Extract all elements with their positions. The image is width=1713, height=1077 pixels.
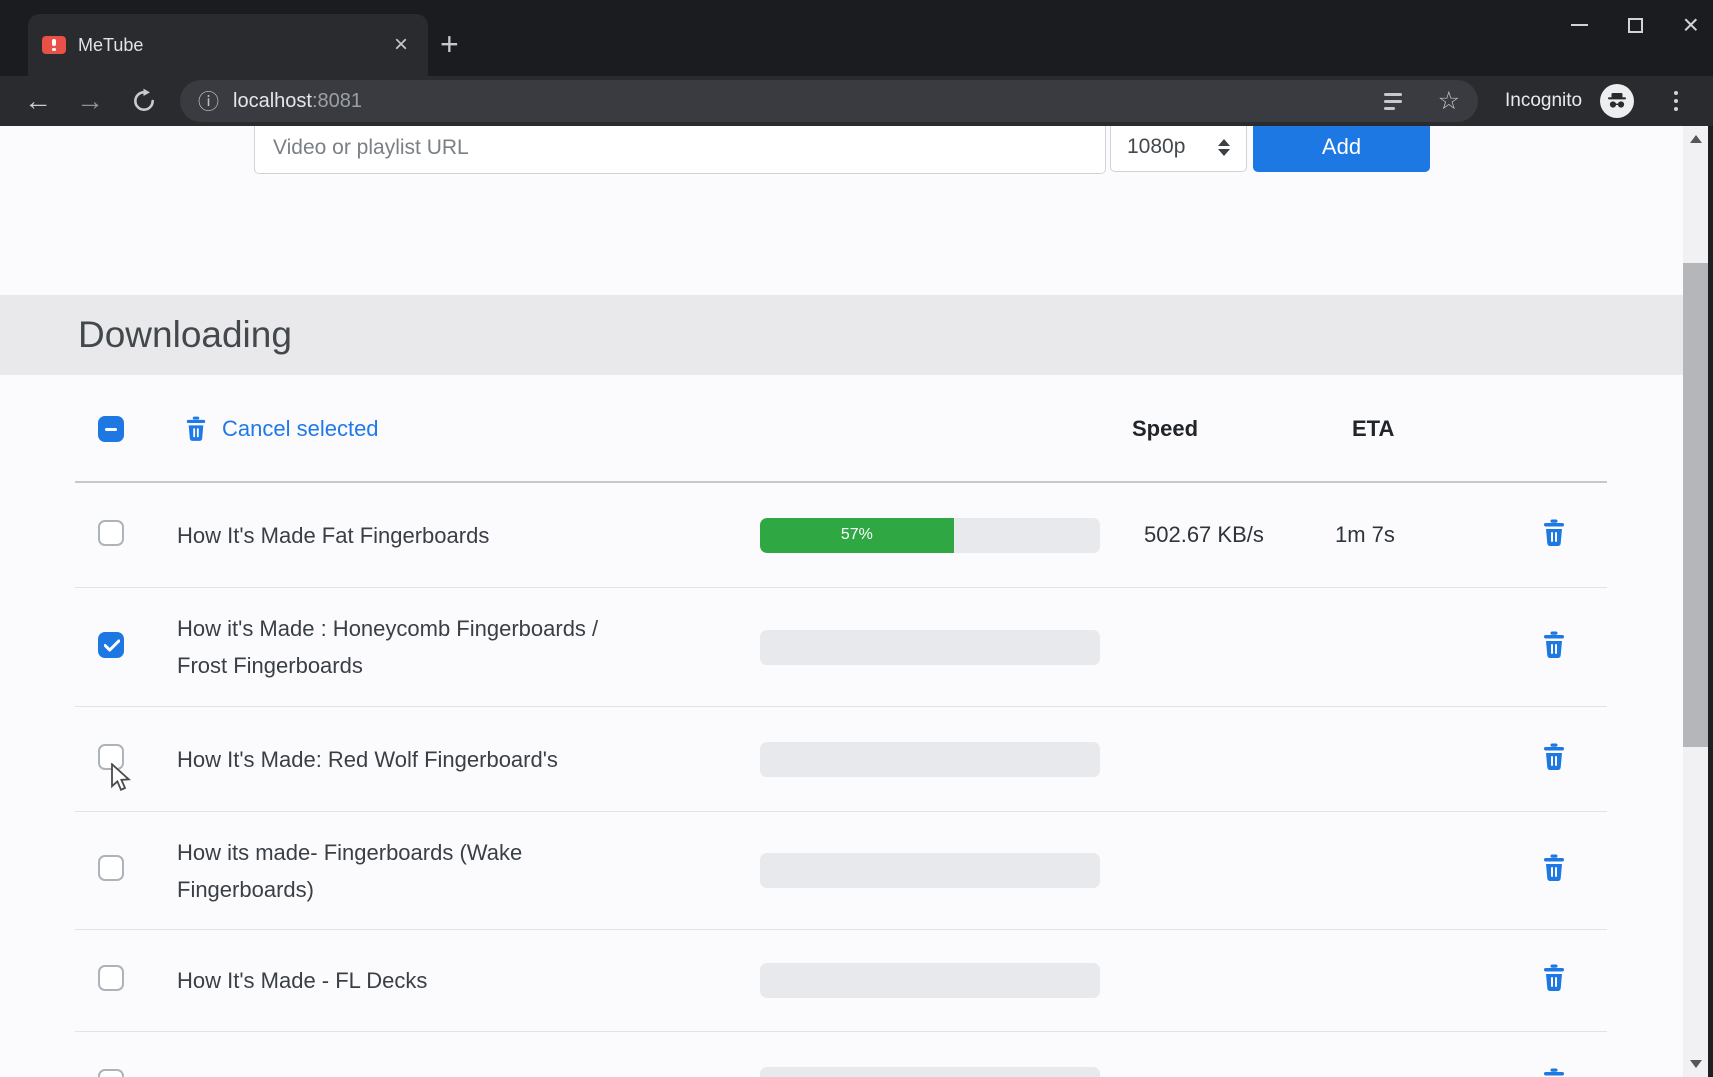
- back-button[interactable]: ←: [22, 76, 54, 126]
- select-arrows-icon: [1218, 139, 1230, 156]
- forward-button[interactable]: →: [74, 76, 106, 126]
- window-close-button[interactable]: ×: [1683, 13, 1699, 37]
- cancel-selected-button[interactable]: Cancel selected: [185, 375, 379, 483]
- progress-percent-label: 57%: [841, 526, 873, 544]
- downloads-table-header: Cancel selected Speed ETA: [75, 375, 1607, 483]
- download-title: How It's Made: Red Wolf Fingerboard's: [177, 741, 760, 778]
- trash-icon: [185, 416, 207, 442]
- new-tab-button[interactable]: +: [440, 28, 459, 60]
- site-info-icon[interactable]: ⓘ: [198, 86, 219, 116]
- row-checkbox[interactable]: [98, 520, 124, 546]
- delete-download-button[interactable]: [1542, 743, 1566, 771]
- download-row: How It's Made Fat Fingerboards 57% 502.6…: [75, 483, 1607, 588]
- select-all-checkbox[interactable]: [98, 416, 124, 442]
- cancel-selected-label: Cancel selected: [222, 416, 379, 442]
- progress-bar: [760, 1067, 1100, 1077]
- add-button[interactable]: Add: [1253, 126, 1430, 172]
- progress-bar: [760, 853, 1100, 888]
- download-eta: 1m 7s: [1335, 522, 1542, 548]
- delete-download-button[interactable]: [1542, 631, 1566, 659]
- row-checkbox[interactable]: [98, 855, 124, 881]
- tab-close-icon[interactable]: ×: [388, 33, 414, 57]
- download-row: How It's Made - FL Decks: [75, 930, 1607, 1032]
- download-row: [75, 1032, 1607, 1077]
- speed-column-header: Speed: [1132, 375, 1198, 483]
- progress-bar: [760, 630, 1100, 665]
- delete-download-button[interactable]: [1542, 854, 1566, 882]
- video-url-input[interactable]: [254, 126, 1106, 174]
- tab-strip: MeTube × + ×: [0, 0, 1713, 76]
- delete-download-button[interactable]: [1542, 519, 1566, 547]
- row-checkbox[interactable]: [98, 632, 124, 658]
- delete-download-button[interactable]: [1542, 964, 1566, 992]
- row-checkbox[interactable]: [98, 965, 124, 991]
- quality-selected-value: 1080p: [1127, 135, 1185, 159]
- download-title: How its made- Fingerboards (Wake Fingerb…: [177, 834, 760, 908]
- row-checkbox[interactable]: [98, 744, 124, 770]
- reading-list-icon[interactable]: [1384, 93, 1402, 110]
- download-speed: 502.67 KB/s: [1144, 522, 1335, 548]
- browser-tab[interactable]: MeTube ×: [28, 14, 428, 76]
- reload-icon: [131, 88, 157, 114]
- browser-window: MeTube × + × ← → ⓘ localhost:8081 ☆ Inco…: [0, 0, 1713, 1077]
- browser-toolbar: ← → ⓘ localhost:8081 ☆ Incognito: [0, 76, 1713, 126]
- progress-bar: 57%: [760, 518, 1100, 553]
- section-title: Downloading: [78, 314, 292, 356]
- window-minimize-button[interactable]: [1571, 24, 1588, 26]
- window-controls: ×: [1571, 10, 1699, 40]
- download-row: How it's Made : Honeycomb Fingerboards /…: [75, 588, 1607, 707]
- downloading-section-header: Downloading: [0, 295, 1683, 375]
- download-row: How It's Made: Red Wolf Fingerboard's: [75, 707, 1607, 812]
- page-content: 1080p Add Downloading: [0, 126, 1713, 1077]
- bookmark-star-icon[interactable]: ☆: [1438, 86, 1460, 116]
- scrollbar-thumb[interactable]: [1683, 263, 1708, 747]
- window-edge: [1708, 126, 1713, 1077]
- scrollbar-up-arrow-icon[interactable]: [1690, 135, 1702, 143]
- scrollbar-down-arrow-icon[interactable]: [1690, 1060, 1702, 1068]
- row-checkbox[interactable]: [98, 1069, 124, 1077]
- browser-menu-button[interactable]: [1674, 76, 1678, 126]
- downloads-table: Cancel selected Speed ETA How It's Made …: [75, 375, 1607, 1077]
- page-scrollbar[interactable]: [1683, 126, 1708, 1077]
- incognito-badge-icon: [1600, 84, 1634, 118]
- address-bar[interactable]: ⓘ localhost:8081 ☆: [180, 80, 1478, 122]
- delete-download-button[interactable]: [1542, 1068, 1566, 1077]
- reload-button[interactable]: [128, 76, 160, 126]
- metube-favicon-icon: [42, 36, 66, 54]
- download-title: How It's Made Fat Fingerboards: [177, 517, 760, 554]
- progress-fill: 57%: [760, 518, 954, 553]
- download-title: How It's Made - FL Decks: [177, 962, 760, 999]
- window-maximize-button[interactable]: [1628, 18, 1643, 33]
- incognito-label: Incognito: [1505, 76, 1582, 126]
- download-title: How it's Made : Honeycomb Fingerboards /…: [177, 610, 760, 684]
- progress-bar: [760, 742, 1100, 777]
- progress-bar: [760, 963, 1100, 998]
- eta-column-header: ETA: [1352, 375, 1394, 483]
- download-row: How its made- Fingerboards (Wake Fingerb…: [75, 812, 1607, 930]
- quality-select[interactable]: 1080p: [1110, 126, 1247, 172]
- url-text: localhost:8081: [233, 90, 362, 113]
- tab-title: MeTube: [78, 35, 388, 56]
